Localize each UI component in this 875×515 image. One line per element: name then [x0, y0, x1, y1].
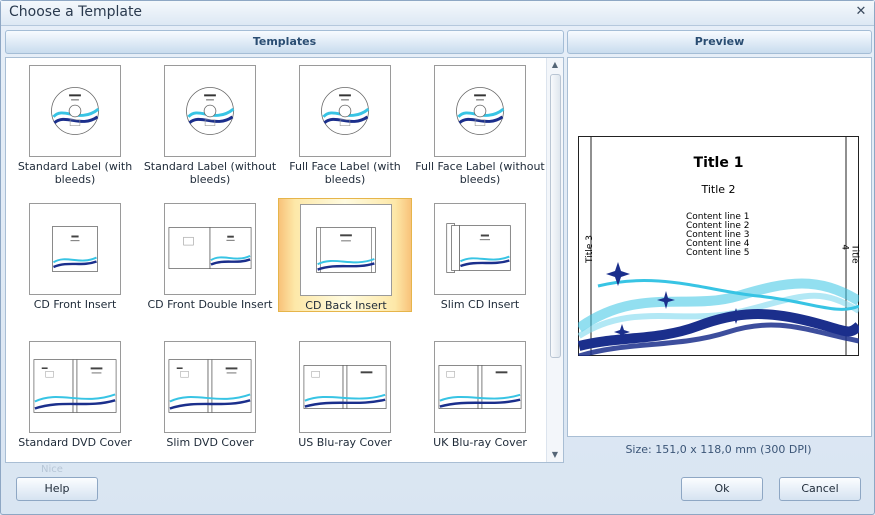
title-bar: Choose a Template ✕: [1, 1, 874, 26]
template-thumbnail-graphic: [51, 87, 100, 135]
faint-caption: Nice: [41, 464, 63, 475]
template-tile[interactable]: Full Face Label (with bleeds): [278, 60, 412, 186]
template-thumbnail: [300, 204, 392, 296]
template-tile[interactable]: UK Blu-ray Cover: [413, 336, 547, 450]
preview-panel: Title 1 Title 2 Content line 1 Content l…: [567, 57, 872, 437]
template-thumbnail-graphic: [438, 365, 522, 409]
preview-title-2: Title 2: [701, 183, 736, 196]
template-label: CD Front Double Insert: [147, 298, 273, 311]
template-label: Full Face Label (with bleeds): [289, 160, 401, 186]
preview-spine-right: Title 4: [839, 244, 860, 264]
template-thumbnail: [434, 65, 526, 157]
close-icon[interactable]: ✕: [854, 5, 868, 19]
template-tile[interactable]: Full Face Label (without bleeds): [413, 60, 547, 186]
template-thumbnail-graphic: [168, 359, 252, 413]
preview-content-line: Content line 5: [686, 248, 750, 258]
template-thumbnail: [434, 341, 526, 433]
template-thumbnail: [29, 65, 121, 157]
template-tile[interactable]: US Blu-ray Cover: [278, 336, 412, 450]
template-label: Standard DVD Cover: [18, 436, 132, 449]
template-thumbnail-graphic: [316, 227, 376, 273]
template-thumbnail-graphic: [456, 87, 505, 135]
template-tile[interactable]: CD Front Double Insert: [143, 198, 277, 312]
ok-button[interactable]: Ok: [681, 477, 763, 501]
preview-header: Preview: [567, 30, 872, 54]
template-label: UK Blu-ray Cover: [433, 436, 527, 449]
template-thumbnail-graphic: [52, 226, 98, 272]
template-thumbnail-graphic: [33, 359, 117, 413]
template-tile[interactable]: Standard Label (with bleeds): [8, 60, 142, 186]
preview-spine-left: Title 3: [584, 235, 595, 263]
scroll-down-arrow-icon[interactable]: ▼: [547, 448, 563, 462]
cancel-button[interactable]: Cancel: [779, 477, 861, 501]
template-tile[interactable]: CD Front Insert: [8, 198, 142, 312]
template-thumbnail: [299, 65, 391, 157]
template-tile[interactable]: Slim CD Insert: [413, 198, 547, 312]
template-tile[interactable]: Standard Label (without bleeds): [143, 60, 277, 186]
template-thumbnail: [434, 203, 526, 295]
template-grid: Standard Label (with bleeds) Standard Lab…: [5, 57, 564, 463]
vertical-scrollbar[interactable]: ▲ ▼: [546, 58, 563, 462]
template-thumbnail-graphic: [321, 87, 370, 135]
template-thumbnail-graphic: [446, 223, 511, 273]
dialog-title: Choose a Template: [9, 4, 143, 20]
template-thumbnail-graphic: [186, 87, 235, 135]
help-button[interactable]: Help: [16, 477, 98, 501]
template-label: CD Back Insert: [305, 299, 387, 312]
template-thumbnail: [164, 65, 256, 157]
template-thumbnail: [164, 341, 256, 433]
template-label: Standard Label (with bleeds): [17, 160, 133, 186]
templates-header: Templates: [5, 30, 564, 54]
template-thumbnail-graphic: [168, 227, 252, 269]
choose-template-dialog: Choose a Template ✕ Templates Preview St…: [0, 0, 875, 515]
template-thumbnail: [299, 341, 391, 433]
preview-title-1: Title 1: [693, 155, 744, 171]
size-label: Size: 151,0 x 118,0 mm (300 DPI): [625, 443, 812, 456]
scroll-thumb[interactable]: [550, 74, 561, 358]
template-thumbnail: [29, 341, 121, 433]
template-tile[interactable]: CD Back Insert: [278, 198, 412, 312]
template-thumbnail: [29, 203, 121, 295]
template-tile[interactable]: Standard DVD Cover: [8, 336, 142, 450]
template-label: Slim DVD Cover: [166, 436, 254, 449]
preview-image: Title 1 Title 2 Content line 1 Content l…: [578, 136, 860, 356]
template-label: US Blu-ray Cover: [298, 436, 392, 449]
template-label: CD Front Insert: [33, 298, 117, 311]
template-label: Standard Label (without bleeds): [143, 160, 277, 186]
template-label: Slim CD Insert: [440, 298, 520, 311]
template-label: Full Face Label (without bleeds): [415, 160, 545, 186]
template-thumbnail-graphic: [303, 365, 387, 409]
template-thumbnail: [164, 203, 256, 295]
template-tile[interactable]: Slim DVD Cover: [143, 336, 277, 450]
preview-content-lines: Content line 1 Content line 2 Content li…: [686, 213, 749, 258]
scroll-up-arrow-icon[interactable]: ▲: [547, 58, 563, 72]
